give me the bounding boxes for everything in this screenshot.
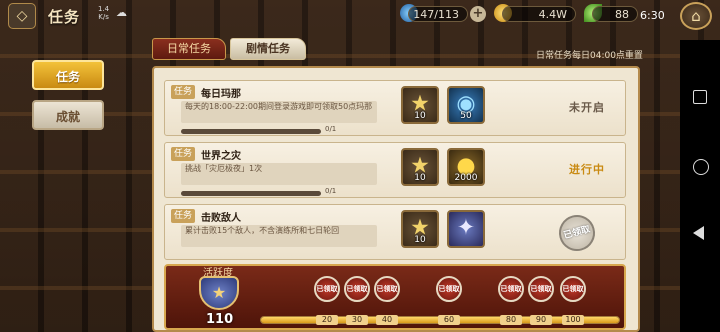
activity-milestone: 100: [562, 315, 584, 325]
task-badge: 任务: [171, 147, 196, 161]
task-item[interactable]: 任务 击败敌人 累计击败15个敌人，不含演练所和七日轮回 ★ 10 ✦ 已领取: [164, 204, 626, 260]
activity-bar: 活跃度 ★ 110 已领取 已领取 已领取 已领取 已领取 已领取 已领取 20…: [164, 264, 626, 330]
reward-count: 10: [414, 173, 426, 183]
reward-count: 10: [414, 235, 426, 245]
activity-chest[interactable]: 已领取: [528, 276, 554, 302]
recent-apps-icon[interactable]: [693, 90, 707, 104]
task-progress-bar: [181, 191, 321, 196]
reward-slot[interactable]: ★ 10: [401, 148, 439, 186]
activity-chest[interactable]: 已领取: [374, 276, 400, 302]
nav-home-icon[interactable]: [693, 159, 709, 175]
activity-shield-icon: ★: [199, 276, 239, 310]
task-desc: 挑战「灾厄极夜」1次: [181, 163, 377, 185]
stamina-value: 147/113: [408, 6, 468, 22]
task-progress-bar: [181, 129, 321, 134]
reward-count: 10: [414, 111, 426, 121]
gold-value: 4.4W: [502, 6, 576, 22]
home-button[interactable]: ⌂: [680, 2, 712, 30]
gem-value: 88: [592, 6, 638, 22]
task-progress-text: 0/1: [325, 125, 337, 133]
side-achievement-button[interactable]: 成就: [32, 100, 104, 130]
activity-milestone: 90: [530, 315, 552, 325]
android-nav-bar: [680, 40, 720, 332]
back-button[interactable]: ◇: [8, 3, 36, 29]
task-progress-text: 0/1: [325, 187, 337, 195]
claimed-stamp: 已领取: [554, 210, 600, 256]
activity-milestone: 80: [500, 315, 522, 325]
activity-chest[interactable]: 已领取: [344, 276, 370, 302]
reward-slot[interactable]: ◉ 50: [447, 86, 485, 124]
tab-story[interactable]: 剧情任务: [230, 38, 306, 60]
activity-milestone: 60: [438, 315, 460, 325]
task-status: 未开启: [569, 101, 605, 114]
reset-note: 日常任务每日04:00点重置: [536, 51, 643, 61]
activity-chest[interactable]: 已领取: [436, 276, 462, 302]
activity-value: 110: [206, 312, 234, 327]
top-bar: ◇ 任务 1.4 K/s ☁ 147/113 + 4.4W 88 6:30: [0, 0, 675, 30]
task-desc: 累计击败15个敌人，不含演练所和七日轮回: [181, 225, 377, 247]
stamina-plus-button[interactable]: +: [470, 6, 486, 22]
task-item[interactable]: 任务 世界之灾 挑战「灾厄极夜」1次 0/1 ★ 10 ● 2000 进行中: [164, 142, 626, 198]
page-title: 任务: [48, 8, 81, 26]
net-speed: 1.4 K/s: [98, 5, 109, 21]
task-panel: 任务 每日玛那 每天的18:00-22:00期间登录游戏即可领取50点玛那 0/…: [152, 66, 640, 332]
task-status: 进行中: [569, 163, 605, 176]
back-diamond-icon: ◇: [16, 8, 28, 24]
nav-back-icon[interactable]: [693, 226, 704, 240]
home-icon: ⌂: [691, 7, 701, 25]
cloud-icon: ☁: [116, 6, 127, 19]
reward-slot[interactable]: ✦: [447, 210, 485, 248]
reward-slot[interactable]: ★ 10: [401, 86, 439, 124]
activity-milestone: 20: [316, 315, 338, 325]
activity-chest[interactable]: 已领取: [560, 276, 586, 302]
tab-daily[interactable]: 日常任务: [152, 38, 226, 60]
reward-slot[interactable]: ★ 10: [401, 210, 439, 248]
side-task-button[interactable]: 任务: [32, 60, 104, 90]
task-name: 世界之灾: [201, 151, 241, 162]
status-clock: 6:30: [640, 9, 665, 22]
task-name: 击败敌人: [201, 213, 241, 224]
task-desc: 每天的18:00-22:00期间登录游戏即可领取50点玛那: [181, 101, 377, 123]
activity-milestone: 40: [376, 315, 398, 325]
reward-count: 50: [460, 111, 472, 121]
net-speed-unit: K/s: [98, 13, 109, 21]
activity-chest[interactable]: 已领取: [314, 276, 340, 302]
task-item[interactable]: 任务 每日玛那 每天的18:00-22:00期间登录游戏即可领取50点玛那 0/…: [164, 80, 626, 136]
task-badge: 任务: [171, 85, 196, 99]
task-badge: 任务: [171, 209, 196, 223]
reward-count: 2000: [454, 173, 478, 183]
reward-slot[interactable]: ● 2000: [447, 148, 485, 186]
task-list[interactable]: 任务 每日玛那 每天的18:00-22:00期间登录游戏即可领取50点玛那 0/…: [164, 80, 626, 262]
task-name: 每日玛那: [201, 89, 241, 100]
activity-milestone: 30: [346, 315, 368, 325]
activity-chest[interactable]: 已领取: [498, 276, 524, 302]
net-speed-value: 1.4: [98, 5, 110, 13]
key-item-icon: ✦: [456, 215, 476, 241]
